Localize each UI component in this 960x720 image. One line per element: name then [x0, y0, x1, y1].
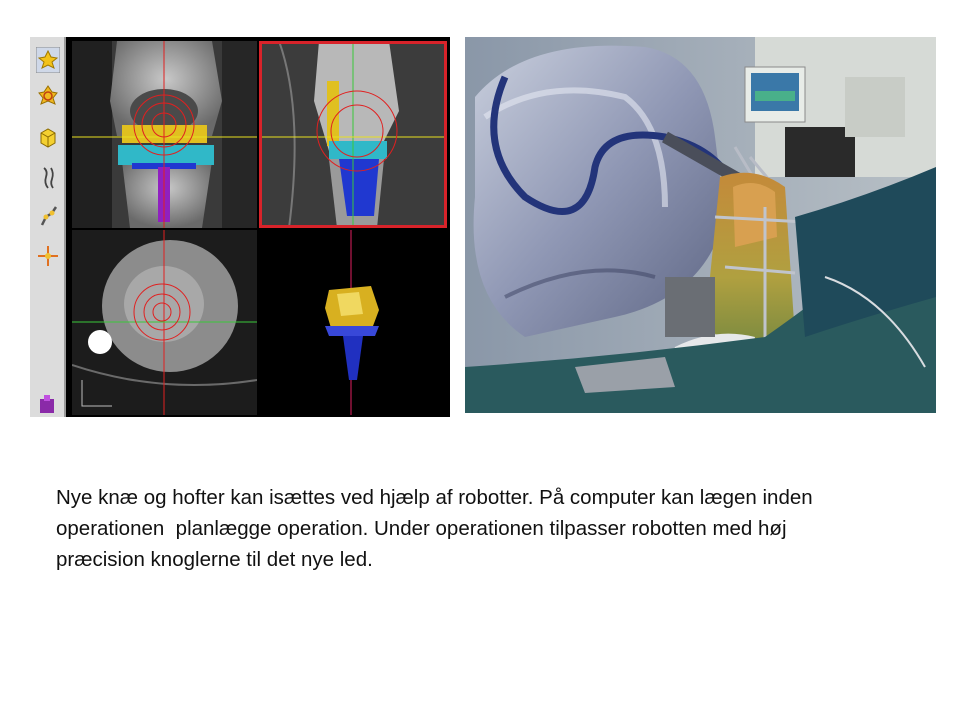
coronal-ct-view[interactable]	[72, 41, 257, 228]
caption-line-3: præcision knoglerne til det nye led.	[56, 548, 373, 571]
ct-view-grid	[72, 41, 447, 415]
planning-toolbar	[30, 37, 66, 417]
slide-caption: Nye knæ og hofter kan isættes ved hjælp …	[56, 482, 896, 575]
axial-ct-view[interactable]	[72, 230, 257, 415]
slide: Nye knæ og hofter kan isættes ved hjælp …	[0, 0, 960, 720]
rotate-icon[interactable]	[36, 83, 60, 109]
robot-arm-icon[interactable]	[36, 203, 60, 229]
caption-line-2: operationen planlægge operation. Under o…	[56, 517, 787, 540]
select-icon[interactable]	[36, 47, 60, 73]
robot-surgery-photo	[465, 37, 936, 413]
bone-icon[interactable]	[36, 165, 60, 191]
surgical-planning-screenshot	[30, 37, 450, 417]
exit-icon[interactable]	[36, 395, 60, 417]
crosshair-icon[interactable]	[36, 243, 60, 269]
sagittal-ct-view[interactable]	[259, 41, 447, 228]
implant-3d-view[interactable]	[259, 230, 447, 415]
cube-icon[interactable]	[36, 125, 60, 151]
caption-line-1: Nye knæ og hofter kan isættes ved hjælp …	[56, 486, 813, 509]
